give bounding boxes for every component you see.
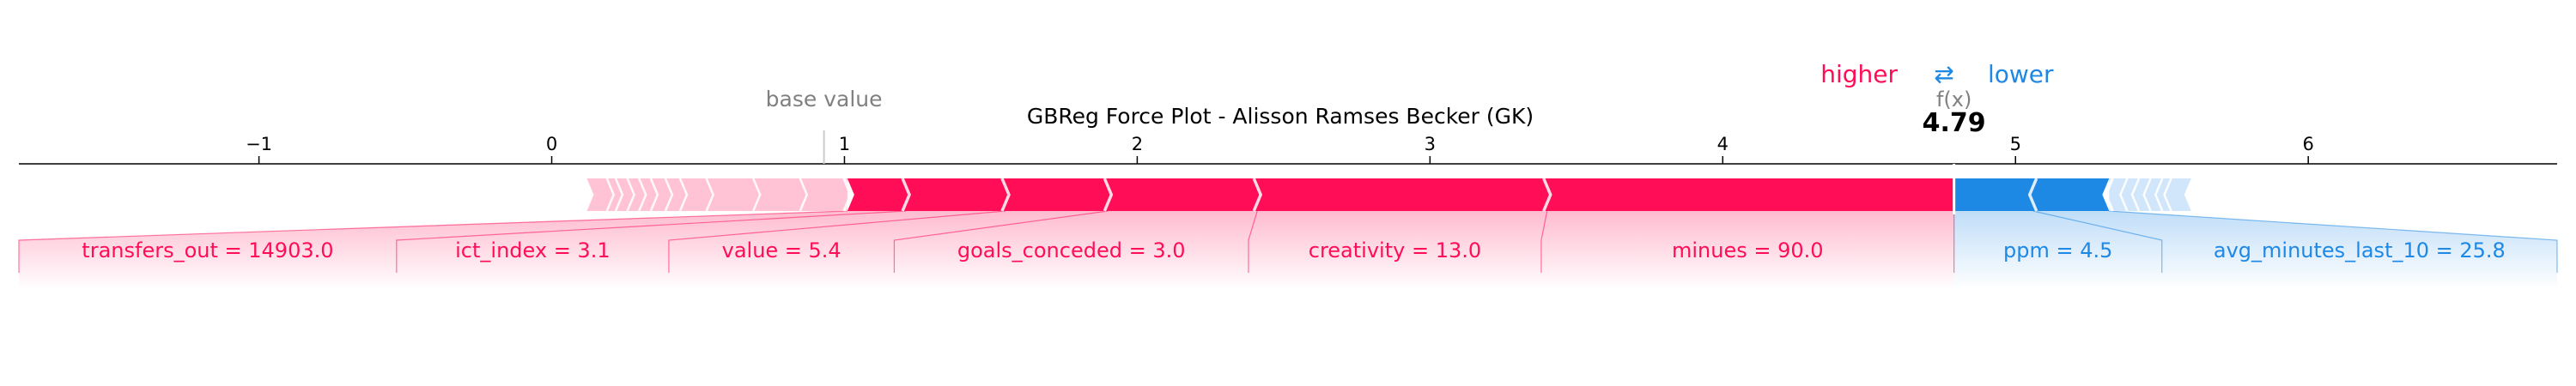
legend-lower: lower — [1988, 60, 2054, 88]
force-bars — [586, 178, 2191, 212]
output-value-label: 4.79 — [1923, 108, 1986, 138]
positive-feature-label: goals_conceded = 3.0 — [957, 238, 1186, 262]
x-tick-label: 4 — [1717, 134, 1728, 154]
x-tick-label: 0 — [546, 134, 557, 154]
x-tick-label: 2 — [1132, 134, 1143, 154]
x-tick-label: 1 — [839, 134, 850, 154]
negative-bar — [1953, 178, 2110, 211]
positive-tail — [586, 178, 848, 211]
positive-feature-label: creativity = 13.0 — [1309, 238, 1481, 262]
x-axis-ticks: −1 0 1 2 3 4 5 6 — [246, 134, 2314, 164]
positive-bar — [847, 178, 1954, 211]
negative-feature-label: avg_minutes_last_10 = 25.8 — [2214, 238, 2506, 262]
positive-feature-label: value = 5.4 — [722, 238, 841, 262]
x-tick-label: −1 — [246, 134, 272, 154]
chart-title: GBReg Force Plot - Alisson Ramses Becker… — [1027, 104, 1534, 129]
negative-feature-label: ppm = 4.5 — [2003, 238, 2112, 262]
base-value-label: base value — [766, 87, 883, 112]
x-tick-label: 6 — [2303, 134, 2314, 154]
label-regions — [18, 210, 2558, 290]
legend-higher: higher — [1820, 60, 1898, 88]
x-tick-label: 5 — [2010, 134, 2021, 154]
force-plot: −1 0 1 2 3 4 5 6 base value GBReg Force Plot - … — [18, 60, 2558, 290]
positive-feature-label: ict_index = 3.1 — [455, 238, 610, 262]
x-tick-label: 3 — [1425, 134, 1436, 154]
positive-feature-label: minues = 90.0 — [1672, 238, 1824, 262]
legend-arrows-icon: ⇄ — [1934, 60, 1953, 88]
positive-feature-label: transfers_out = 14903.0 — [82, 238, 333, 262]
